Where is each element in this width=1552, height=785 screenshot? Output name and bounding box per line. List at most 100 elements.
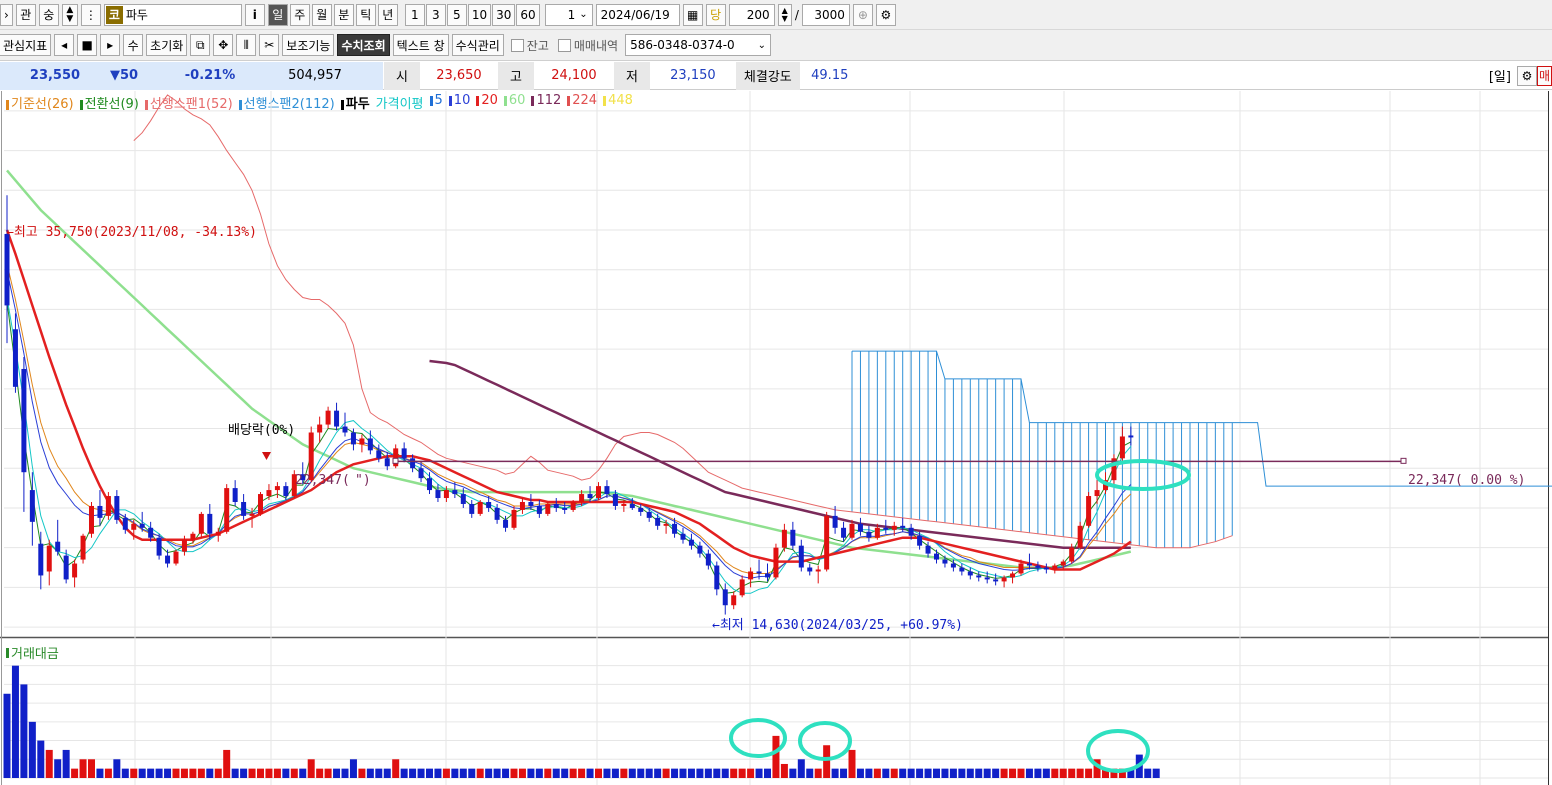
candle-body — [131, 523, 137, 530]
volume-bar — [654, 768, 662, 778]
dividend-arrow-icon — [262, 452, 271, 460]
candle-body — [579, 494, 585, 502]
candle-body — [857, 523, 863, 532]
volume-bar — [797, 759, 805, 778]
candle-body — [317, 424, 323, 433]
volume-bar — [772, 735, 780, 778]
candle-body — [1035, 565, 1041, 568]
span2-line — [852, 350, 1552, 487]
volume-bar — [113, 759, 121, 778]
volume-bar — [189, 768, 197, 778]
volume-bar — [873, 768, 881, 778]
volume-bar — [138, 768, 146, 778]
candle-body — [89, 505, 94, 534]
volume-bar — [20, 684, 28, 778]
volume-bar — [172, 768, 180, 778]
volume-bar — [1034, 768, 1042, 778]
volume-bar — [248, 768, 256, 778]
volume-bar — [197, 768, 205, 778]
candle-body — [12, 329, 18, 387]
candle-body — [198, 513, 204, 534]
volume-bar — [713, 768, 721, 778]
volume-bar — [856, 768, 864, 778]
candle-body — [114, 496, 120, 520]
candle-body — [503, 519, 509, 528]
candle-body — [587, 494, 593, 499]
high-annotation: ←최고 35,750(2023/11/08, -34.13%) — [6, 225, 257, 240]
candle-body — [241, 501, 247, 516]
candle-body — [638, 507, 644, 512]
candle-body — [410, 458, 416, 469]
volume-bar — [307, 759, 315, 778]
candle-body — [4, 233, 10, 306]
candle-body — [477, 501, 483, 514]
candle-body — [1128, 435, 1134, 438]
candle-body — [731, 595, 737, 606]
volume-bar — [518, 768, 526, 778]
candle-body — [359, 438, 365, 445]
candle-body — [165, 555, 171, 564]
candle-body — [63, 555, 69, 580]
candle-body — [536, 505, 542, 514]
volume-bar — [290, 768, 298, 778]
candle-body — [832, 515, 838, 528]
volume-bar — [155, 768, 163, 778]
volume-bar — [1042, 768, 1050, 778]
candle-body — [350, 432, 356, 445]
volume-bar — [933, 768, 940, 778]
candle-body — [232, 488, 238, 502]
highlight-ellipse — [1086, 729, 1150, 773]
volume-bar — [949, 768, 957, 778]
candle-body — [46, 545, 52, 572]
candle-body — [418, 468, 424, 479]
candle-body — [367, 438, 373, 451]
reference-label-right: 22,347( 0.00 %) — [1408, 473, 1525, 488]
volume-bar — [1017, 768, 1025, 778]
candle-body — [249, 513, 255, 516]
volume-bar — [823, 745, 831, 778]
volume-bar — [214, 768, 222, 778]
reference-label-mid-tail: ") — [355, 473, 371, 488]
volume-bar — [426, 768, 433, 778]
volume-bar — [375, 768, 383, 778]
volume-bar — [924, 768, 932, 778]
volume-bar — [1076, 768, 1084, 778]
candle-body — [72, 563, 78, 578]
candle-body — [519, 501, 525, 510]
candle-body — [1043, 567, 1049, 570]
candle-body — [545, 503, 551, 514]
volume-bar — [662, 768, 670, 778]
candle-body — [215, 531, 221, 536]
volume-bar — [628, 768, 636, 778]
candle-body — [469, 503, 475, 514]
candle-body — [384, 458, 390, 467]
volume-bar — [907, 768, 915, 778]
candle-body — [190, 533, 196, 540]
volume-bar — [206, 768, 214, 778]
candle-body — [528, 501, 534, 506]
candle-body — [967, 571, 973, 576]
candle-body — [274, 486, 280, 491]
candle-body — [950, 563, 956, 568]
low-annotation: ←최저 14,630(2024/03/25, +60.97%) — [712, 618, 963, 633]
price-chart[interactable]: ←최고 35,750(2023/11/08, -34.13%) ←최저 14,63… — [0, 0, 1552, 785]
volume-bar — [645, 768, 653, 778]
volume-bar — [916, 768, 924, 778]
candle-body — [258, 494, 263, 514]
candle-body — [765, 573, 770, 578]
volume-bar — [882, 768, 890, 778]
candle-body — [570, 501, 576, 510]
volume-bar — [324, 768, 332, 778]
volume-bar — [552, 768, 560, 778]
volume-bar — [814, 768, 822, 778]
volume-bar — [265, 768, 273, 778]
candle-body — [494, 507, 500, 520]
candle-body — [714, 565, 720, 590]
volume-bar — [485, 768, 493, 778]
volume-bar — [476, 768, 484, 778]
volume-bar — [671, 768, 679, 778]
volume-bar — [240, 768, 248, 778]
candle-body — [224, 488, 230, 532]
volume-bar — [180, 768, 188, 778]
volume-bar — [71, 768, 79, 778]
